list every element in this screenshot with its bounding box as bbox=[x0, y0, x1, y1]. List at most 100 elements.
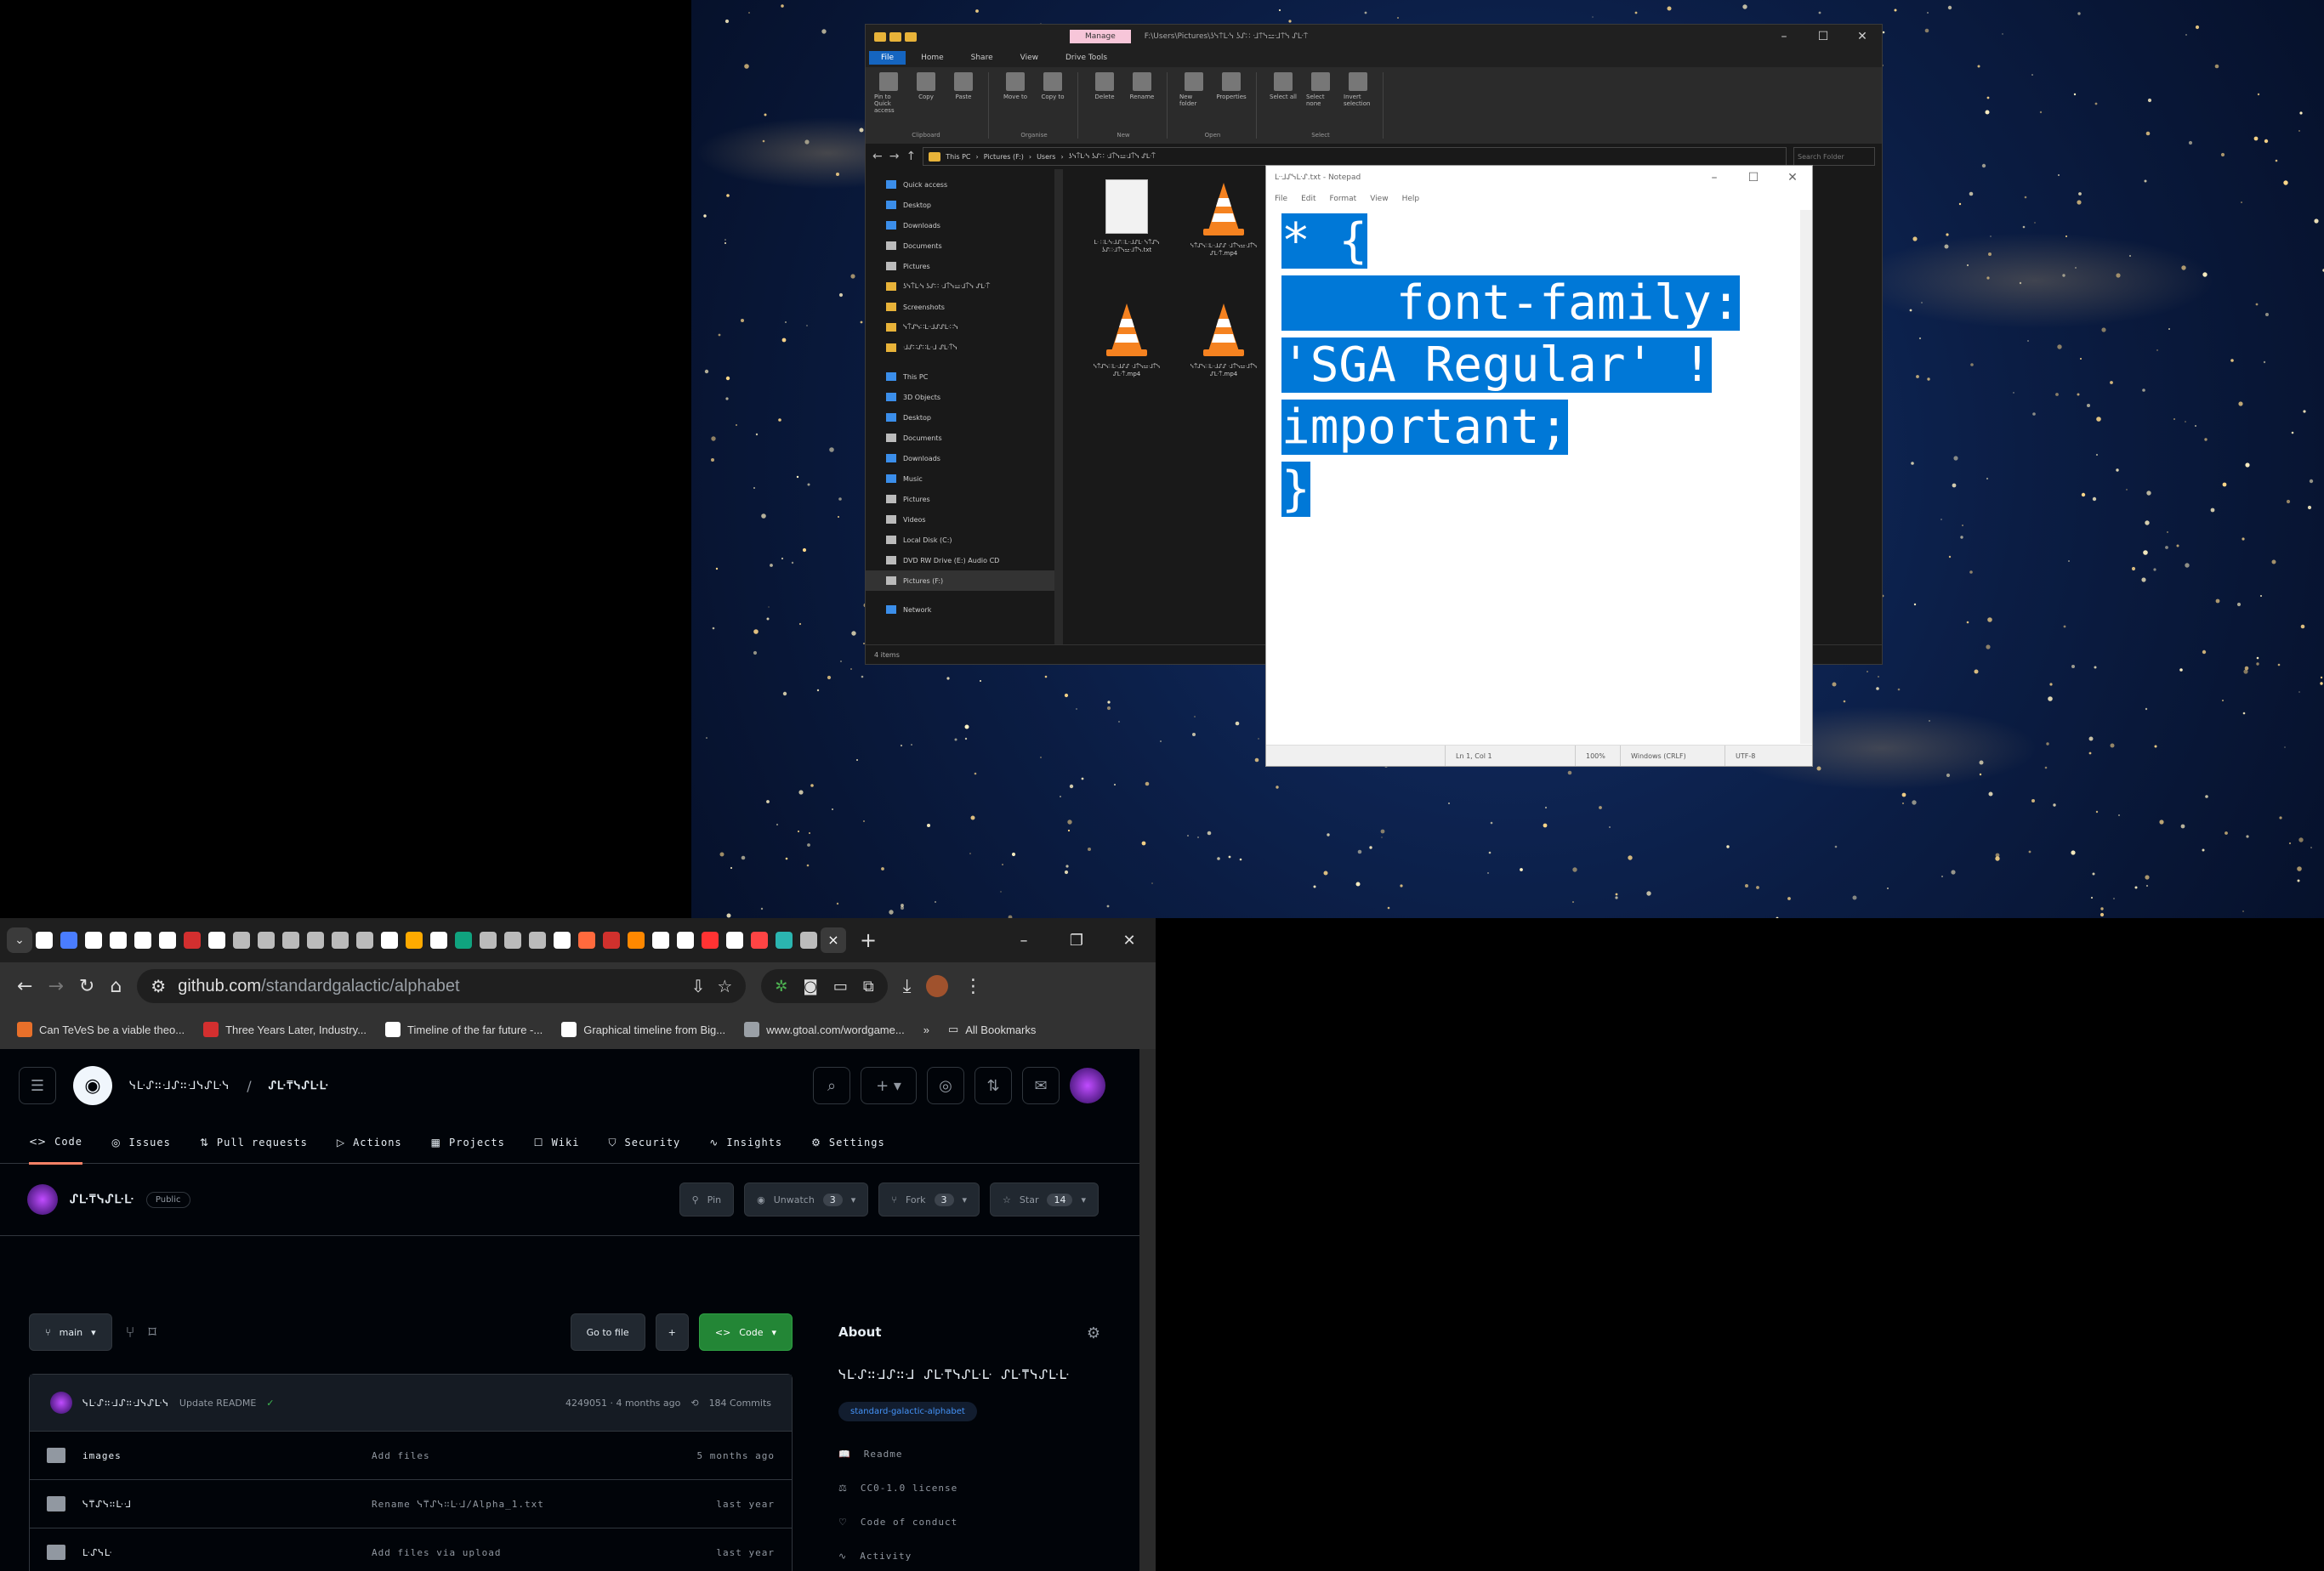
nav-item[interactable]: Network bbox=[866, 599, 1054, 620]
back-icon[interactable]: ← bbox=[17, 976, 32, 997]
breadcrumb-current[interactable]: ʖᓭ⍑ᒷᓭ ʖᔑ∷ ᒲ⍑ᓭ⚍ᒲ⍑ᓭ ᔑᒷ⍑ bbox=[1069, 152, 1156, 161]
all-bookmarks-button[interactable]: ▭ All Bookmarks bbox=[948, 1023, 1036, 1036]
tab-favicon-icon[interactable] bbox=[85, 932, 102, 949]
tab-favicon-icon[interactable] bbox=[578, 932, 595, 949]
file-item[interactable]: ᓭ⍑ᔑᓭ∷ᒷᒲᔑᔑ ᒲ⍑ᓭ⚍ᒲ⍑ᓭ ᔑᒷ⍑.mp4 bbox=[1177, 179, 1270, 297]
tab-favicon-icon[interactable] bbox=[702, 932, 719, 949]
bookmark-item[interactable]: www.gtoal.com/wordgame... bbox=[744, 1022, 905, 1037]
nav-item[interactable]: Screenshots bbox=[866, 297, 1054, 317]
row-when[interactable]: last year bbox=[673, 1499, 775, 1510]
close-tab-button[interactable]: × bbox=[821, 927, 846, 953]
minimize-icon[interactable]: – bbox=[997, 932, 1050, 950]
code-button[interactable]: <> Code ▾ bbox=[698, 1313, 793, 1351]
properties-icon[interactable] bbox=[889, 31, 901, 42]
about-link[interactable]: ♡ Code of conduct bbox=[838, 1505, 1111, 1539]
ribbon-button[interactable]: Paste bbox=[949, 72, 978, 114]
tab-favicon-icon[interactable] bbox=[208, 932, 225, 949]
search-input[interactable]: Search Folder bbox=[1793, 147, 1875, 166]
hamburger-menu-icon[interactable]: ☰ bbox=[19, 1067, 56, 1104]
profile-avatar[interactable] bbox=[926, 975, 949, 997]
fork-button[interactable]: ⑂ Fork 3 ▾ bbox=[878, 1183, 980, 1217]
tab-view[interactable]: View bbox=[1009, 51, 1050, 65]
tab-favicon-icon[interactable] bbox=[751, 932, 768, 949]
nav-scrollbar[interactable] bbox=[1054, 169, 1063, 645]
tab-favicon-icon[interactable] bbox=[282, 932, 299, 949]
minimize-icon[interactable]: – bbox=[1764, 30, 1804, 43]
tab-insights[interactable]: ∿ Insights bbox=[709, 1122, 782, 1163]
tab-favicon-icon[interactable] bbox=[381, 932, 398, 949]
repo-owner-link[interactable]: ᓭᒷᔑ∷ᒲᔑ∷ᒲᓭᔑᒷᓭ bbox=[129, 1080, 230, 1092]
text-editor[interactable]: * { font-family: 'SGA Regular' ! important… bbox=[1281, 210, 1800, 744]
bookmark-item[interactable]: Can TeVeS be a viable theo... bbox=[17, 1022, 185, 1037]
nav-item[interactable]: Documents bbox=[866, 428, 1054, 448]
extension-icon[interactable]: ▭ bbox=[833, 978, 848, 995]
breadcrumb-this-pc[interactable]: This PC bbox=[946, 153, 970, 161]
nav-item[interactable]: Desktop bbox=[866, 407, 1054, 428]
tab-favicon-icon[interactable] bbox=[36, 932, 53, 949]
nav-item[interactable]: ʖᓭ⍑ᒷᓭ ʖᔑ∷ ᒲ⍑ᓭ⚍ᒲ⍑ᓭ ᔑᒷ⍑ bbox=[866, 276, 1054, 297]
about-link[interactable]: 📖 Readme bbox=[838, 1437, 1111, 1471]
nav-item[interactable]: This PC bbox=[866, 366, 1054, 387]
create-new-icon[interactable]: + ▾ bbox=[861, 1067, 917, 1104]
screenshot-icon[interactable]: ◙ bbox=[803, 978, 817, 995]
ribbon-button[interactable]: Copy bbox=[912, 72, 940, 114]
menu-item-edit[interactable]: Edit bbox=[1301, 195, 1315, 203]
tab-favicon-icon[interactable] bbox=[554, 932, 571, 949]
maximize-icon[interactable]: ☐ bbox=[1804, 30, 1843, 43]
tags-icon[interactable]: ⌑ bbox=[148, 1324, 156, 1341]
pull-requests-icon[interactable]: ⇅ bbox=[974, 1067, 1012, 1104]
tab-issues[interactable]: ◎ Issues bbox=[111, 1122, 171, 1163]
tab-favicon-icon[interactable] bbox=[603, 932, 620, 949]
nav-item[interactable]: Pictures bbox=[866, 489, 1054, 509]
ribbon-button[interactable]: Properties bbox=[1216, 72, 1247, 107]
repo-name-link[interactable]: ᔑᒷ⍑ᓭᔑᒷᒷ bbox=[269, 1080, 329, 1092]
tab-favicon-icon[interactable] bbox=[726, 932, 743, 949]
back-arrow-icon[interactable]: ← bbox=[872, 150, 883, 163]
editor-scrollbar[interactable] bbox=[1800, 210, 1812, 744]
bookmark-item[interactable]: Three Years Later, Industry... bbox=[203, 1022, 366, 1037]
row-msg[interactable]: Add files via upload bbox=[372, 1547, 656, 1558]
tab-search-chevron-icon[interactable]: ⌄ bbox=[7, 927, 32, 953]
about-link[interactable]: ⚖ CC0-1.0 license bbox=[838, 1471, 1111, 1505]
tab-code[interactable]: <> Code bbox=[29, 1121, 83, 1165]
up-arrow-icon[interactable]: ↑ bbox=[906, 150, 916, 163]
menu-item-format[interactable]: Format bbox=[1330, 195, 1357, 203]
manage-tab[interactable]: Manage bbox=[1070, 30, 1131, 43]
tab-favicon-icon[interactable] bbox=[356, 932, 373, 949]
commit-author[interactable]: ᓭᒷᔑ∷ᒲᔑ∷ᒲᓭᔑᒷᓭ bbox=[82, 1398, 169, 1409]
new-tab-button[interactable]: + bbox=[860, 928, 877, 952]
row-when[interactable]: last year bbox=[673, 1547, 775, 1558]
settings-gear-icon[interactable]: ⚙ bbox=[1087, 1324, 1100, 1342]
nav-item[interactable]: Local Disk (C:) bbox=[866, 530, 1054, 550]
reload-icon[interactable]: ↻ bbox=[79, 976, 94, 997]
table-row[interactable]: ᓭ⍑ᔑᓭ∷ᒷᒲ Rename ᓭ⍑ᔑᓭ∷ᒷᒲ/Alpha_1.txt last ye… bbox=[30, 1480, 792, 1528]
tab-favicon-icon[interactable] bbox=[258, 932, 275, 949]
tab-settings[interactable]: ⚙ Settings bbox=[811, 1122, 885, 1163]
tab-favicon-icon[interactable] bbox=[233, 932, 250, 949]
site-info-icon[interactable]: ⚙ bbox=[151, 976, 166, 997]
tab-actions[interactable]: ▷ Actions bbox=[337, 1122, 402, 1163]
close-icon[interactable]: ✕ bbox=[1103, 932, 1156, 950]
nav-item[interactable]: ᒲᔑ∷ᔑ∷ᒷᒲ ᔑᒷ⍑ᓭ bbox=[866, 337, 1054, 358]
bookmark-item[interactable]: Timeline of the far future -... bbox=[385, 1022, 543, 1037]
nav-item[interactable]: Downloads bbox=[866, 448, 1054, 468]
menu-item-help[interactable]: Help bbox=[1402, 195, 1420, 203]
menu-item-file[interactable]: File bbox=[1275, 195, 1287, 203]
nav-item[interactable]: Documents bbox=[866, 235, 1054, 256]
tab-favicon-icon[interactable] bbox=[776, 932, 793, 949]
minimize-icon[interactable]: – bbox=[1695, 171, 1734, 184]
tab-drive-tools[interactable]: Drive Tools bbox=[1054, 51, 1119, 65]
ribbon-button[interactable]: Pin to Quick access bbox=[874, 72, 903, 114]
close-icon[interactable]: ✕ bbox=[1773, 171, 1812, 184]
branches-icon[interactable]: ⑂ bbox=[126, 1324, 135, 1341]
tab-favicon-icon[interactable] bbox=[134, 932, 151, 949]
tab-favicon-icon[interactable] bbox=[504, 932, 521, 949]
extension-icon[interactable]: ✲ bbox=[775, 978, 787, 995]
breadcrumb-drive[interactable]: Pictures (F:) bbox=[984, 153, 1024, 161]
commit-message[interactable]: Update README bbox=[179, 1398, 256, 1409]
close-icon[interactable]: ✕ bbox=[1843, 30, 1882, 43]
go-to-file-button[interactable]: Go to file bbox=[570, 1313, 645, 1351]
ribbon-button[interactable]: Move to bbox=[1001, 72, 1030, 100]
repo-title[interactable]: ᔑᒷ⍑ᓭᔑᒷᒷ bbox=[70, 1193, 134, 1206]
nav-item[interactable]: Videos bbox=[866, 509, 1054, 530]
